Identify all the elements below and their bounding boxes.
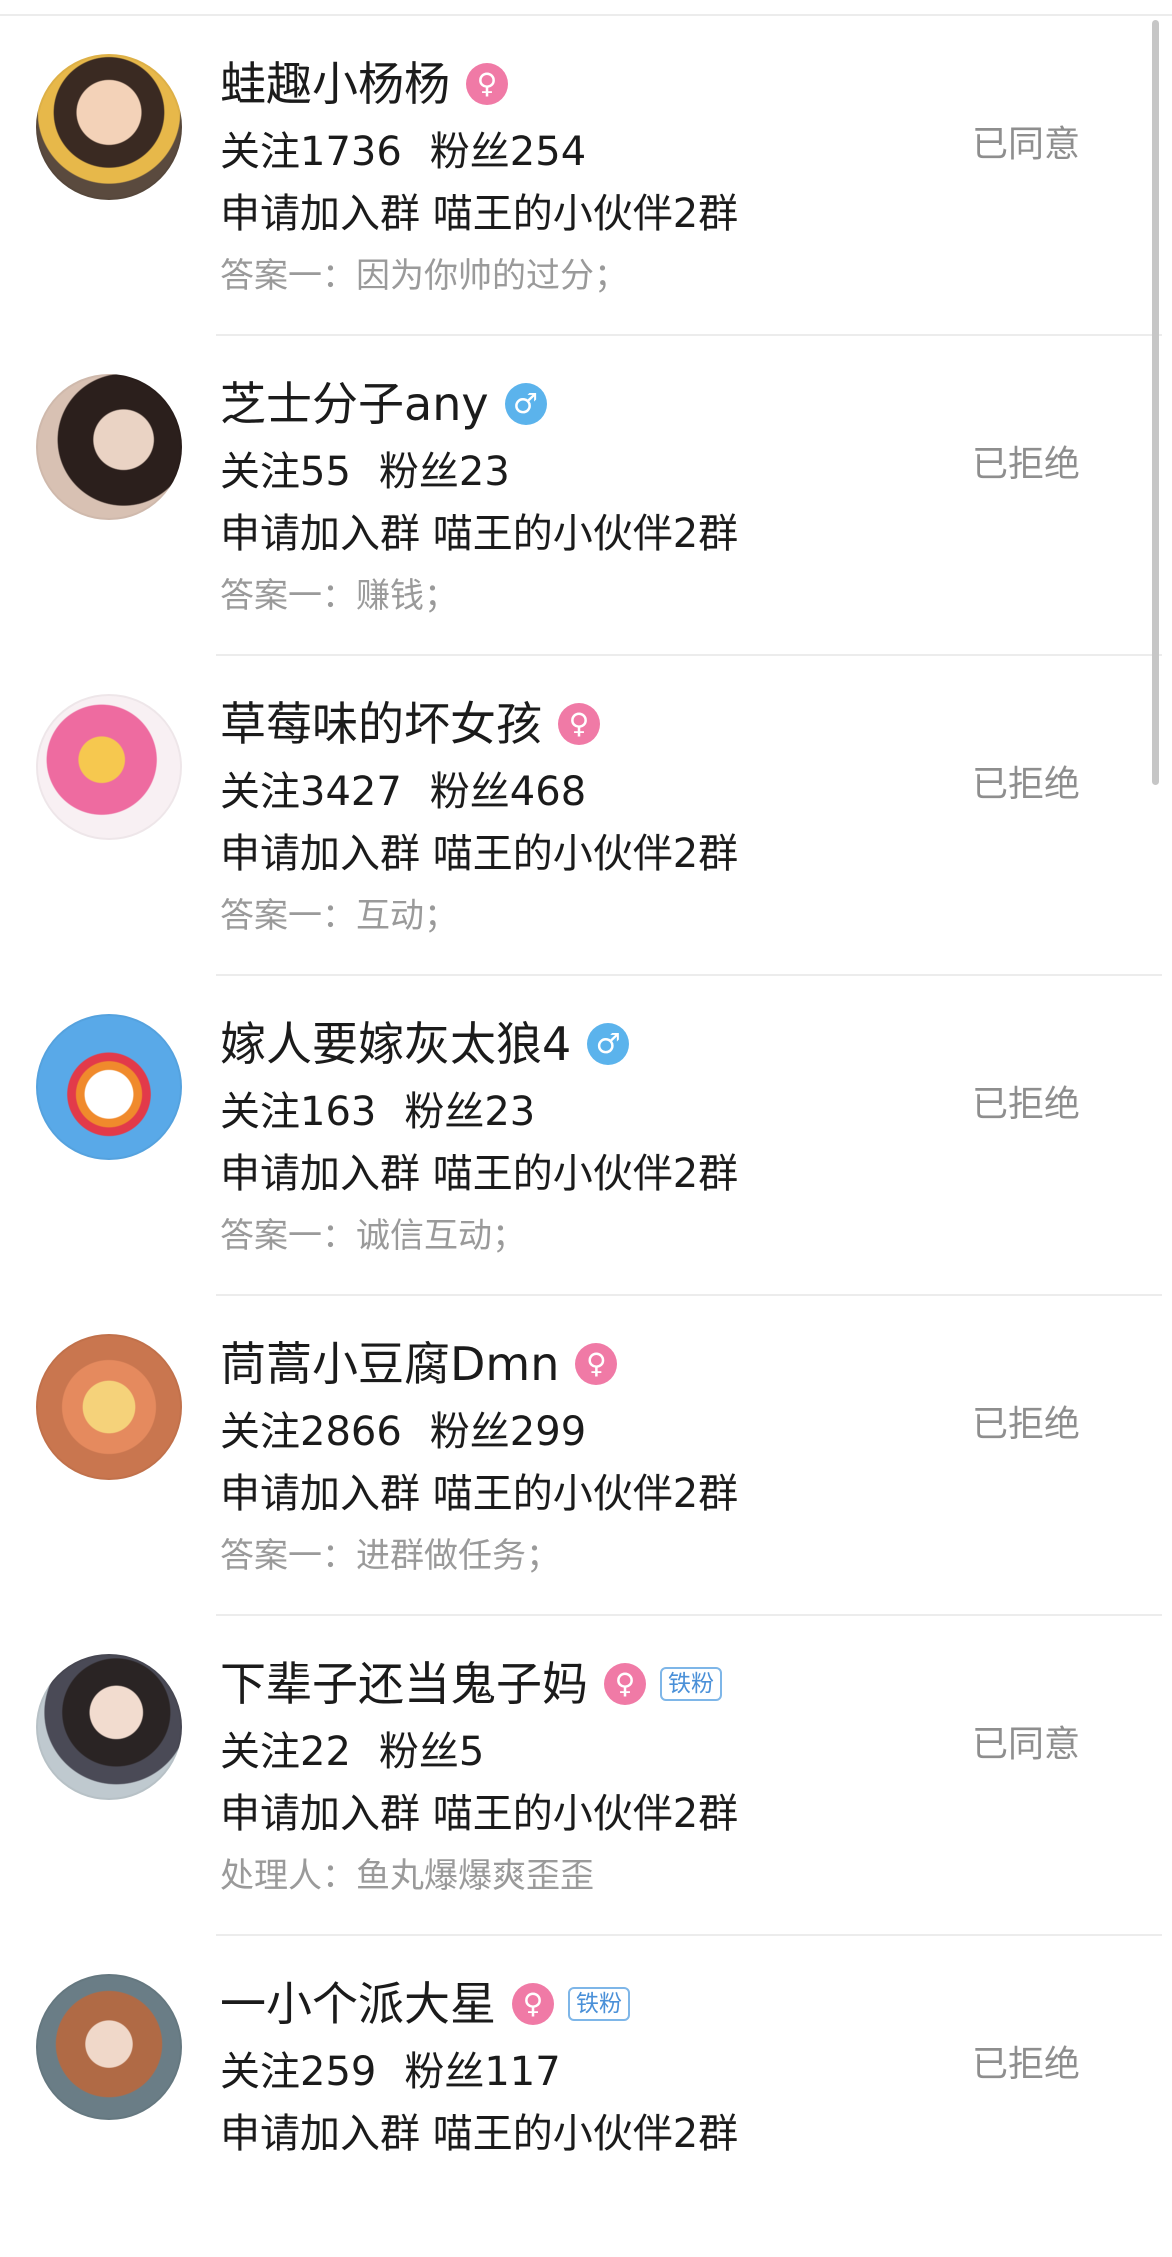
- status-label: 已拒绝: [971, 444, 1080, 485]
- fans-count: 粉丝23: [404, 1089, 536, 1135]
- request-text: 申请加入群 喵王的小伙伴2群: [220, 1791, 739, 1837]
- request-item[interactable]: 下辈子还当鬼子妈 ♀ 铁粉 关注22 粉丝5 申请加入群 喵王的小伙伴2群 处理人…: [0, 1616, 1162, 1936]
- request-text: 申请加入群 喵王的小伙伴2群: [220, 831, 739, 877]
- user-stats: 关注163 粉丝23: [220, 1084, 535, 1140]
- user-name[interactable]: 蛙趣小杨杨: [220, 52, 450, 116]
- bottom-fade: [0, 2197, 1172, 2257]
- female-icon: ♀: [512, 1983, 554, 2025]
- fans-count: 粉丝5: [378, 1729, 485, 1775]
- user-name[interactable]: 茼蒿小豆腐Dmn: [220, 1332, 559, 1396]
- status-label: 已拒绝: [971, 764, 1080, 805]
- avatar[interactable]: [36, 1654, 182, 1800]
- request-item[interactable]: 嫁人要嫁灰太狼4 ♂ 关注163 粉丝23 申请加入群 喵王的小伙伴2群 答案一：…: [0, 976, 1162, 1296]
- join-request-list: 蛙趣小杨杨 ♀ 关注1736 粉丝254 申请加入群 喵王的小伙伴2群 答案一：因…: [0, 16, 1162, 2256]
- male-icon: ♂: [587, 1023, 630, 1065]
- follow-count: 关注1736: [220, 129, 402, 175]
- fan-badge: 铁粉: [660, 1667, 722, 1701]
- request-text: 申请加入群 喵王的小伙伴2群: [220, 511, 739, 557]
- fans-count: 粉丝468: [429, 769, 587, 815]
- avatar[interactable]: [36, 694, 182, 840]
- female-icon: ♀: [604, 1663, 646, 1705]
- status-label: 已拒绝: [971, 1084, 1080, 1125]
- follow-count: 关注2866: [220, 1409, 402, 1455]
- fans-count: 粉丝299: [429, 1409, 587, 1455]
- user-name[interactable]: 一小个派大星: [220, 1972, 496, 2036]
- avatar[interactable]: [36, 54, 182, 200]
- status-label: 已拒绝: [971, 2044, 1080, 2085]
- request-text: 申请加入群 喵王的小伙伴2群: [220, 1471, 739, 1517]
- answer-text: 答案一：赚钱；: [220, 576, 458, 616]
- scrollbar[interactable]: [1152, 20, 1159, 785]
- female-icon: ♀: [466, 63, 508, 105]
- handler-text: 处理人：鱼丸爆爆爽歪歪: [220, 1856, 594, 1896]
- request-text: 申请加入群 喵王的小伙伴2群: [220, 2111, 739, 2157]
- request-item[interactable]: 茼蒿小豆腐Dmn ♀ 关注2866 粉丝299 申请加入群 喵王的小伙伴2群 答案…: [0, 1296, 1162, 1616]
- request-text: 申请加入群 喵王的小伙伴2群: [220, 1151, 739, 1197]
- follow-count: 关注22: [220, 1729, 351, 1775]
- user-name[interactable]: 嫁人要嫁灰太狼4: [220, 1012, 571, 1076]
- request-item[interactable]: 蛙趣小杨杨 ♀ 关注1736 粉丝254 申请加入群 喵王的小伙伴2群 答案一：因…: [0, 16, 1162, 336]
- follow-count: 关注259: [220, 2049, 377, 2095]
- user-stats: 关注259 粉丝117: [220, 2044, 561, 2100]
- fans-count: 粉丝23: [378, 449, 510, 495]
- user-name[interactable]: 芝士分子any: [220, 372, 489, 436]
- status-label: 已同意: [971, 1724, 1080, 1765]
- male-icon: ♂: [504, 383, 547, 425]
- female-icon: ♀: [575, 1343, 618, 1385]
- follow-count: 关注55: [220, 449, 351, 495]
- user-name[interactable]: 下辈子还当鬼子妈: [220, 1652, 588, 1716]
- answer-text: 答案一：诚信互动；: [220, 1216, 526, 1256]
- follow-count: 关注163: [220, 1089, 377, 1135]
- female-icon: ♀: [558, 703, 600, 745]
- answer-text: 答案一：进群做任务；: [220, 1536, 560, 1576]
- avatar[interactable]: [36, 1014, 182, 1160]
- fans-count: 粉丝254: [429, 129, 587, 175]
- user-stats: 关注1736 粉丝254: [220, 124, 586, 180]
- user-stats: 关注3427 粉丝468: [220, 764, 586, 820]
- request-item[interactable]: 草莓味的坏女孩 ♀ 关注3427 粉丝468 申请加入群 喵王的小伙伴2群 答案一…: [0, 656, 1162, 976]
- follow-count: 关注3427: [220, 769, 402, 815]
- user-stats: 关注22 粉丝5: [220, 1724, 484, 1780]
- user-stats: 关注2866 粉丝299: [220, 1404, 586, 1460]
- fan-badge: 铁粉: [568, 1987, 630, 2021]
- status-label: 已同意: [971, 124, 1080, 165]
- request-text: 申请加入群 喵王的小伙伴2群: [220, 191, 739, 237]
- avatar[interactable]: [36, 1334, 182, 1480]
- user-name[interactable]: 草莓味的坏女孩: [220, 692, 542, 756]
- answer-text: 答案一：因为你帅的过分；: [220, 256, 628, 296]
- avatar[interactable]: [36, 374, 182, 520]
- answer-text: 答案一：互动；: [220, 896, 458, 936]
- fans-count: 粉丝117: [404, 2049, 561, 2095]
- status-label: 已拒绝: [971, 1404, 1080, 1445]
- request-item[interactable]: 芝士分子any ♂ 关注55 粉丝23 申请加入群 喵王的小伙伴2群 答案一：赚钱…: [0, 336, 1162, 656]
- user-stats: 关注55 粉丝23: [220, 444, 510, 500]
- avatar[interactable]: [36, 1974, 182, 2120]
